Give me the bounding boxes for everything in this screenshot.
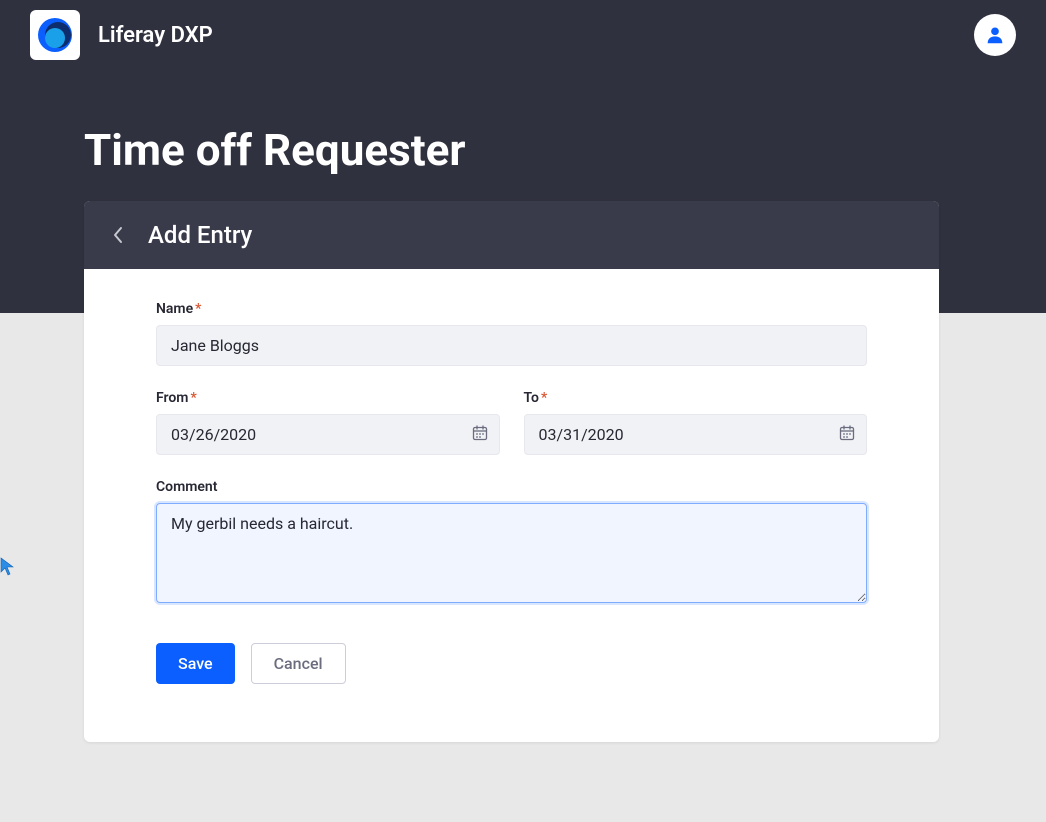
cancel-button[interactable]: Cancel	[251, 643, 346, 684]
liferay-logo-icon	[37, 17, 73, 53]
user-avatar[interactable]	[974, 14, 1016, 56]
to-group: To*	[524, 390, 868, 455]
save-button[interactable]: Save	[156, 643, 235, 684]
required-mark: *	[541, 390, 547, 406]
name-label-text: Name	[156, 301, 193, 317]
comment-field[interactable]	[156, 503, 867, 603]
card-body: Name* From*	[84, 269, 939, 742]
name-group: Name*	[156, 301, 867, 366]
card-title: Add Entry	[148, 221, 252, 249]
to-label-text: To	[524, 390, 539, 406]
from-label: From*	[156, 390, 500, 406]
back-button[interactable]	[112, 226, 124, 244]
brand-logo[interactable]	[30, 10, 80, 60]
chevron-left-icon	[112, 226, 124, 244]
brand-name: Liferay DXP	[98, 23, 213, 48]
from-label-text: From	[156, 390, 188, 406]
form-card: Add Entry Name* From*	[84, 201, 939, 742]
required-mark: *	[190, 390, 196, 406]
user-icon	[984, 24, 1006, 46]
card-header: Add Entry	[84, 201, 939, 269]
name-field[interactable]	[156, 325, 867, 366]
from-date-field[interactable]	[156, 414, 500, 455]
name-label: Name*	[156, 301, 867, 317]
topbar: Liferay DXP	[0, 0, 1046, 70]
from-group: From*	[156, 390, 500, 455]
brand: Liferay DXP	[30, 10, 213, 60]
cursor-arrow-icon	[0, 557, 16, 581]
page-title: Time off Requester	[0, 70, 1046, 176]
comment-group: Comment	[156, 479, 867, 607]
required-mark: *	[195, 301, 201, 317]
comment-label: Comment	[156, 479, 867, 495]
button-row: Save Cancel	[156, 643, 867, 684]
to-date-field[interactable]	[524, 414, 868, 455]
to-label: To*	[524, 390, 868, 406]
